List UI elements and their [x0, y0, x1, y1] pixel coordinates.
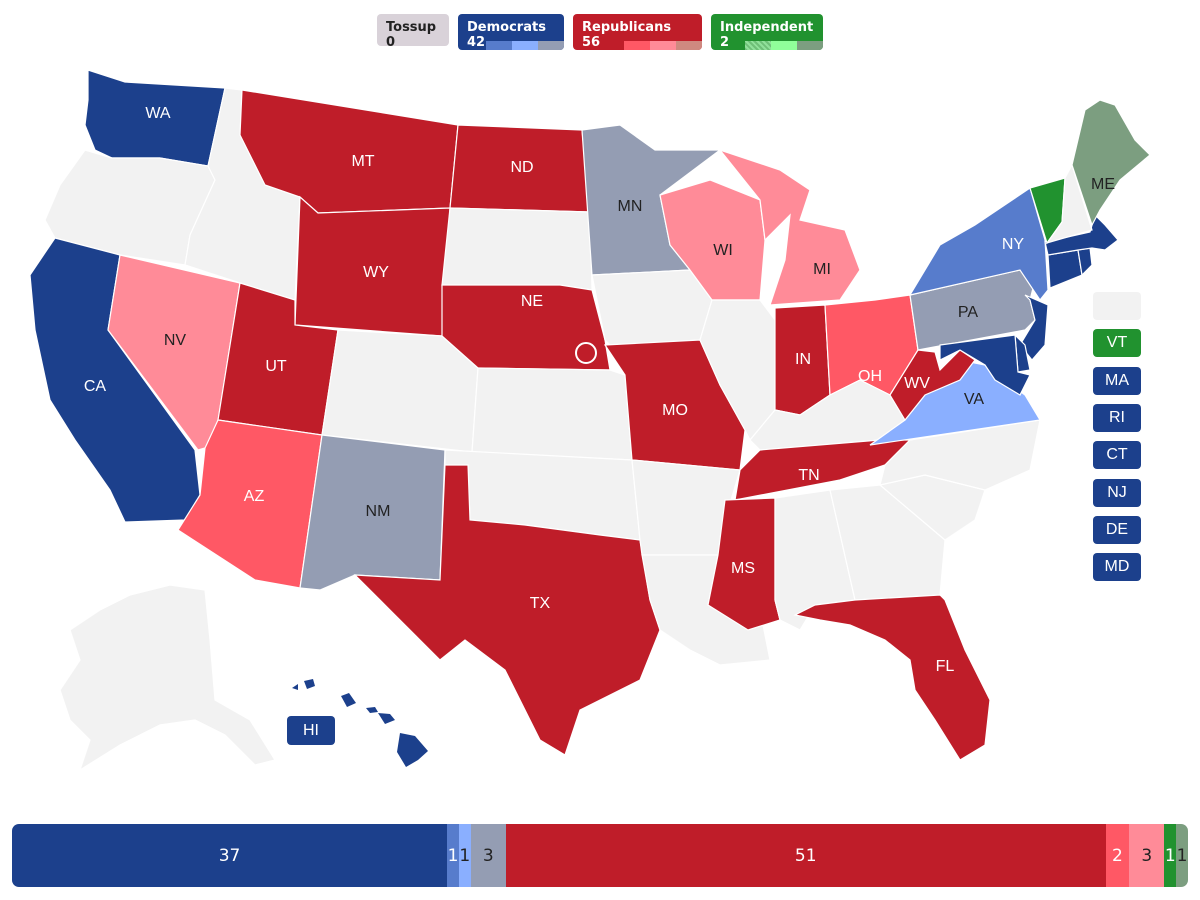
hi-label: HI [303, 721, 319, 739]
us-senate-map: WACANVMTWYUTAZNMNDNETXMNMOWIMIINOHTNMSFL… [29, 69, 1151, 772]
side-box-label: MA [1105, 371, 1129, 389]
legend-dem-shade [538, 41, 564, 50]
state-SD[interactable] [441, 207, 593, 291]
bar-segment-dem-likely[interactable]: 1 [447, 824, 459, 887]
state-WA[interactable] [84, 69, 226, 167]
side-box-de[interactable]: DE [1093, 515, 1141, 544]
side-box-ma[interactable]: MA [1093, 366, 1141, 395]
bar-segment-dem-solid[interactable]: 37 [12, 824, 448, 887]
bar-segment-label: 3 [1141, 845, 1153, 866]
bar-segment-label: 1 [1176, 845, 1188, 866]
side-box-label: DE [1105, 520, 1129, 538]
state-CO[interactable] [321, 329, 479, 453]
bar-segment-rep-lean[interactable]: 3 [1129, 824, 1165, 887]
side-box-empty[interactable] [1093, 292, 1141, 320]
legend-dem-shade [512, 41, 538, 50]
legend-democrats[interactable]: Democrats 42 [458, 14, 564, 50]
side-box-label: CT [1106, 446, 1128, 464]
state-NM[interactable] [299, 434, 446, 591]
state-FL[interactable] [793, 594, 991, 761]
bar-segment-label: 51 [794, 845, 817, 866]
legend-dem-shade [486, 41, 512, 50]
legend-ind-shade [797, 41, 823, 50]
state-AK[interactable] [59, 584, 276, 772]
bar-segment-label: 37 [218, 845, 241, 866]
side-box-ct[interactable]: CT [1093, 441, 1141, 470]
legend-republicans-shades [624, 41, 702, 50]
legend-ind-shade [745, 41, 771, 50]
bar-segment-dem-lean[interactable]: 1 [458, 824, 471, 887]
bar-segment-dem-tilt[interactable]: 3 [470, 824, 506, 887]
side-box-label: RI [1109, 408, 1125, 426]
state-NE[interactable] [441, 284, 611, 371]
bar-segment-label: 3 [482, 845, 494, 866]
legend-rep-shade [676, 41, 702, 50]
legend-rep-shade [624, 41, 650, 50]
bar-segment-rep-solid[interactable]: 51 [505, 824, 1106, 887]
side-box-ri[interactable]: RI [1093, 403, 1141, 432]
bar-segment-rep-likely[interactable]: 2 [1105, 824, 1130, 887]
seat-balance-bar: 37 1 1 3 51 2 3 1 1 [12, 824, 1188, 887]
state-IA[interactable] [591, 269, 713, 346]
state-ND[interactable] [449, 124, 591, 213]
legend-democrats-shades [486, 41, 564, 50]
bar-segment-label: 1 [447, 845, 459, 866]
legend-rep-shade [650, 41, 676, 50]
bar-segment-label: 1 [459, 845, 471, 866]
side-box-md[interactable]: MD [1093, 553, 1141, 582]
legend-independent-shades [745, 41, 823, 50]
bar-segment-label: 1 [1164, 845, 1176, 866]
state-CT[interactable] [1047, 249, 1083, 289]
state-WY[interactable] [294, 195, 451, 337]
state-IN[interactable] [774, 304, 831, 416]
legend-independent[interactable]: Independent 2 [711, 14, 823, 50]
legend-republicans[interactable]: Republicans 56 [573, 14, 702, 50]
bar-segment-ind-solid[interactable]: 1 [1164, 824, 1177, 887]
side-box-label: NJ [1107, 483, 1127, 501]
legend-tossup-label: Tossup 0 [386, 20, 437, 46]
side-box-vt[interactable]: VT [1093, 329, 1141, 358]
bar-segment-ind-tilt[interactable]: 1 [1176, 824, 1188, 887]
side-box-label: MD [1104, 558, 1130, 576]
bar-segment-label: 2 [1111, 845, 1123, 866]
side-box-label: VT [1106, 334, 1128, 352]
hi-label-box[interactable]: HI [287, 716, 335, 745]
side-box-nj[interactable]: NJ [1093, 478, 1141, 507]
state-KS[interactable] [471, 367, 633, 461]
legend-ind-shade [771, 41, 797, 50]
legend: Tossup 0 Democrats 42 Republicans 56 Ind… [0, 14, 1200, 50]
legend-tossup[interactable]: Tossup 0 [377, 14, 449, 46]
